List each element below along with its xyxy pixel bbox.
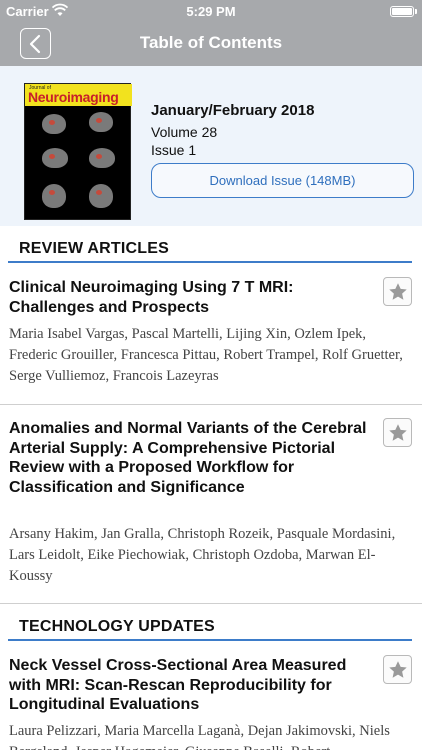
status-bar: Carrier 5:29 PM (0, 0, 422, 22)
favorite-button[interactable] (383, 277, 412, 306)
favorite-button[interactable] (383, 418, 412, 447)
section-title: TECHNOLOGY UPDATES (19, 618, 215, 635)
issue-cover-image[interactable]: Journal of Neuroimaging (24, 83, 132, 220)
brain-scan-icon (42, 148, 68, 168)
brain-scan-icon (89, 112, 113, 132)
issue-number: Issue 1 (151, 142, 197, 158)
download-issue-button[interactable]: Download Issue (148MB) (151, 163, 414, 198)
issue-header: Journal of Neuroimaging January/February… (0, 66, 422, 226)
brain-scan-icon (42, 184, 66, 208)
article-title[interactable]: Anomalies and Normal Variants of the Cer… (9, 419, 373, 497)
brain-scan-icon (89, 184, 113, 208)
clock-label: 5:29 PM (186, 4, 236, 19)
star-icon (389, 424, 407, 441)
article-title[interactable]: Neck Vessel Cross-Sectional Area Measure… (9, 656, 373, 715)
article-authors: Laura Pelizzari, Maria Marcella Laganà, … (9, 723, 390, 750)
divider (0, 404, 422, 405)
section-title: REVIEW ARTICLES (19, 240, 169, 257)
navigation-bar: Carrier 5:29 PM Table of Contents (0, 0, 422, 66)
divider (0, 603, 422, 604)
article-item[interactable]: Clinical Neuroimaging Using 7 T MRI: Cha… (0, 276, 422, 403)
article-authors: Maria Isabel Vargas, Pascal Martelli, Li… (9, 326, 403, 384)
star-icon (389, 283, 407, 300)
battery-icon (390, 6, 417, 17)
brain-scan-icon (89, 148, 115, 168)
cover-journal-title: Neuroimaging (28, 89, 119, 105)
issue-date: January/February 2018 (151, 102, 315, 119)
article-authors: Arsany Hakim, Jan Gralla, Christoph Roze… (9, 526, 396, 584)
brain-scan-icon (42, 114, 66, 134)
star-icon (389, 661, 407, 678)
page-title: Table of Contents (139, 33, 283, 52)
article-title[interactable]: Clinical Neuroimaging Using 7 T MRI: Cha… (9, 278, 373, 317)
article-item[interactable]: Neck Vessel Cross-Sectional Area Measure… (0, 654, 422, 750)
section-header-review-articles: REVIEW ARTICLES (8, 235, 412, 263)
favorite-button[interactable] (383, 655, 412, 684)
section-header-technology-updates: TECHNOLOGY UPDATES (8, 613, 412, 641)
article-item[interactable]: Anomalies and Normal Variants of the Cer… (0, 417, 422, 603)
cover-masthead: Journal of Neuroimaging (25, 84, 132, 106)
issue-volume: Volume 28 (151, 124, 218, 140)
